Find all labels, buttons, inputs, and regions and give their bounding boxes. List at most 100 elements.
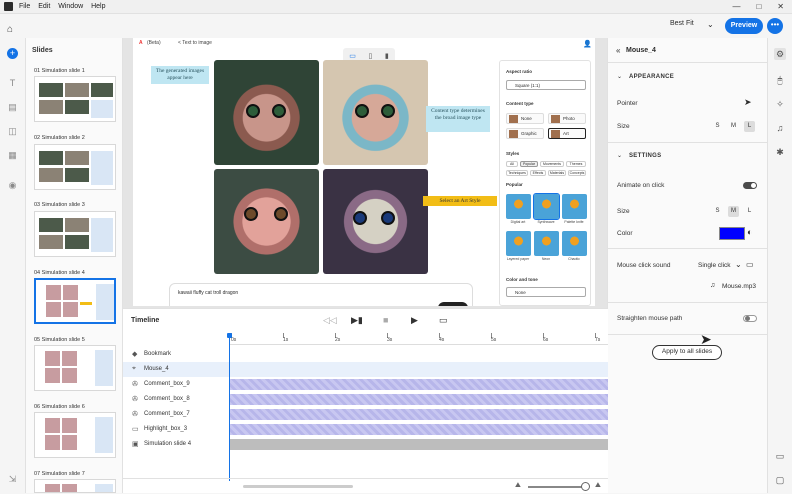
style-chip: Materials: [548, 170, 566, 176]
style-chaotic: [562, 231, 587, 256]
size-m-button[interactable]: M: [728, 121, 739, 132]
settings-section[interactable]: SETTINGS: [629, 153, 661, 159]
animate-on-click-label: Animate on click: [617, 182, 665, 189]
stop-icon[interactable]: ■: [383, 315, 388, 325]
timeline-track[interactable]: [229, 439, 608, 450]
straighten-path-toggle[interactable]: [743, 315, 757, 322]
timeline-track[interactable]: [229, 379, 608, 390]
mobile-icon[interactable]: ▮: [385, 52, 389, 60]
effects-icon[interactable]: ✧: [774, 98, 786, 110]
caption-icon[interactable]: ▭: [439, 315, 448, 326]
style-neon: [534, 231, 559, 256]
click-size-m-button[interactable]: M: [728, 206, 739, 217]
title-bar: File Edit Window Help — □ ✕: [0, 0, 792, 14]
menu-edit[interactable]: Edit: [38, 3, 50, 10]
chevron-down-icon[interactable]: ⌄: [617, 152, 622, 159]
collapse-panel-icon[interactable]: «: [616, 46, 620, 55]
size-l-button[interactable]: L: [744, 121, 755, 132]
playhead-handle[interactable]: [227, 333, 232, 338]
preview-button[interactable]: Preview: [725, 18, 763, 34]
exit-icon[interactable]: ⇲: [7, 474, 18, 485]
chevron-down-icon[interactable]: ⌄: [707, 20, 714, 29]
media-icon[interactable]: ▤: [7, 102, 18, 113]
audio-icon[interactable]: ♫: [774, 122, 786, 134]
desktop-icon[interactable]: ▭: [349, 52, 356, 60]
timeline-row-mouse[interactable]: ⌖ Mouse_4: [123, 362, 608, 377]
zoom-slider-knob[interactable]: [581, 482, 590, 491]
zoom-out-icon[interactable]: ⛰: [515, 482, 521, 490]
prompt-text: kawaii fluffy cat troll dragon: [178, 290, 239, 296]
slide-thumbnail-4[interactable]: [34, 278, 116, 324]
callout-content-type[interactable]: Content type determines the broad image …: [426, 106, 490, 132]
slides-panel: Slides 01 Simulation slide 1 02 Simulati…: [26, 38, 123, 493]
tablet-icon[interactable]: ▯: [368, 52, 372, 60]
interactions-icon[interactable]: ▦: [7, 150, 18, 161]
style-label: Neon: [541, 257, 551, 261]
rewind-icon[interactable]: ◁◁: [323, 315, 337, 326]
minimize-button[interactable]: —: [732, 2, 740, 11]
zoom-fit-select[interactable]: Best Fit: [670, 20, 694, 27]
slide-content[interactable]: A (Beta) < Text to image ▭ ▯ ▮ 👤 The gen…: [133, 38, 595, 306]
color-swatch[interactable]: [719, 227, 745, 240]
appearance-section[interactable]: APPEARANCE: [629, 74, 674, 80]
slide-thumbnail-5[interactable]: [34, 345, 116, 391]
click-sound-select[interactable]: Single click: [698, 262, 731, 269]
timeline-row-bookmark[interactable]: ◆ Bookmark: [123, 347, 608, 362]
beta-label: (Beta): [147, 40, 161, 46]
pointer-cursor-icon[interactable]: ➤: [744, 97, 752, 108]
animate-on-click-toggle[interactable]: [743, 182, 757, 189]
add-icon[interactable]: +: [7, 48, 18, 59]
slide-thumbnail-7[interactable]: [34, 479, 116, 493]
time-ruler[interactable]: 0s 1s 2s 3s 4s 5s 6s 7s: [229, 333, 608, 345]
properties-icon[interactable]: ⚙: [774, 48, 786, 60]
timeline-row-comment-7[interactable]: ✇ Comment_box_7: [123, 407, 608, 422]
mouse-icon[interactable]: 🖰: [774, 74, 786, 86]
accessibility-icon[interactable]: ✱: [774, 146, 786, 158]
horizontal-scrollbar[interactable]: [243, 485, 353, 488]
comments-icon[interactable]: ▢: [774, 474, 786, 486]
close-button[interactable]: ✕: [777, 2, 784, 11]
text-icon[interactable]: T: [7, 78, 18, 89]
generated-image-3: [214, 169, 319, 274]
maximize-button[interactable]: □: [756, 2, 761, 11]
generation-settings-panel: Aspect ratio Square (1:1) Content type N…: [499, 60, 591, 306]
firefly-header: A (Beta) < Text to image: [133, 38, 595, 48]
timeline-footer: ⛰ ⛰: [123, 478, 608, 494]
playhead[interactable]: [229, 333, 230, 481]
highlight-select-art-style[interactable]: Select an Art Style: [423, 196, 497, 206]
play-icon[interactable]: ▶: [411, 315, 418, 326]
timeline-row-comment-8[interactable]: ✇ Comment_box_8: [123, 392, 608, 407]
callout-generated-images[interactable]: The generated images appear here: [151, 66, 209, 84]
chevron-down-icon[interactable]: ⌄: [735, 260, 742, 269]
click-size-s-button[interactable]: S: [712, 206, 723, 217]
timeline-track[interactable]: [229, 409, 608, 420]
timeline-track[interactable]: [229, 424, 608, 435]
slide-thumbnail-6[interactable]: [34, 412, 116, 458]
timeline-row-highlight[interactable]: ▭ Highlight_box_3: [123, 422, 608, 437]
chevron-down-icon[interactable]: ⌄: [617, 73, 622, 80]
record-icon[interactable]: ◉: [7, 180, 18, 191]
tick-label: 0s: [231, 337, 237, 343]
menu-window[interactable]: Window: [58, 3, 83, 10]
folder-icon[interactable]: ▭: [746, 260, 754, 269]
style-label: Synthwave: [537, 220, 555, 224]
click-size-l-button[interactable]: L: [744, 206, 755, 217]
zoom-in-icon[interactable]: ⛰: [595, 482, 601, 490]
more-options-button[interactable]: •••: [767, 18, 783, 34]
menu-help[interactable]: Help: [91, 3, 105, 10]
timeline-row-comment-9[interactable]: ✇ Comment_box_9: [123, 377, 608, 392]
size-s-button[interactable]: S: [712, 121, 723, 132]
panel-icon[interactable]: ▭: [774, 450, 786, 462]
timeline-row-slide[interactable]: ▣ Simulation slide 4: [123, 437, 608, 452]
timeline-track[interactable]: [229, 394, 608, 405]
color-picker-icon[interactable]: ◐: [747, 227, 752, 237]
comment-icon: ✇: [132, 411, 138, 418]
slide-thumbnail-3[interactable]: [34, 211, 116, 257]
step-icon[interactable]: ▶▮: [351, 315, 363, 326]
shapes-icon[interactable]: ◫: [7, 126, 18, 137]
menu-file[interactable]: File: [19, 3, 30, 10]
slide-thumbnail-2[interactable]: [34, 144, 116, 190]
home-icon[interactable]: ⌂: [7, 24, 19, 35]
zoom-slider[interactable]: [528, 486, 586, 488]
slide-thumbnail-1[interactable]: [34, 76, 116, 122]
